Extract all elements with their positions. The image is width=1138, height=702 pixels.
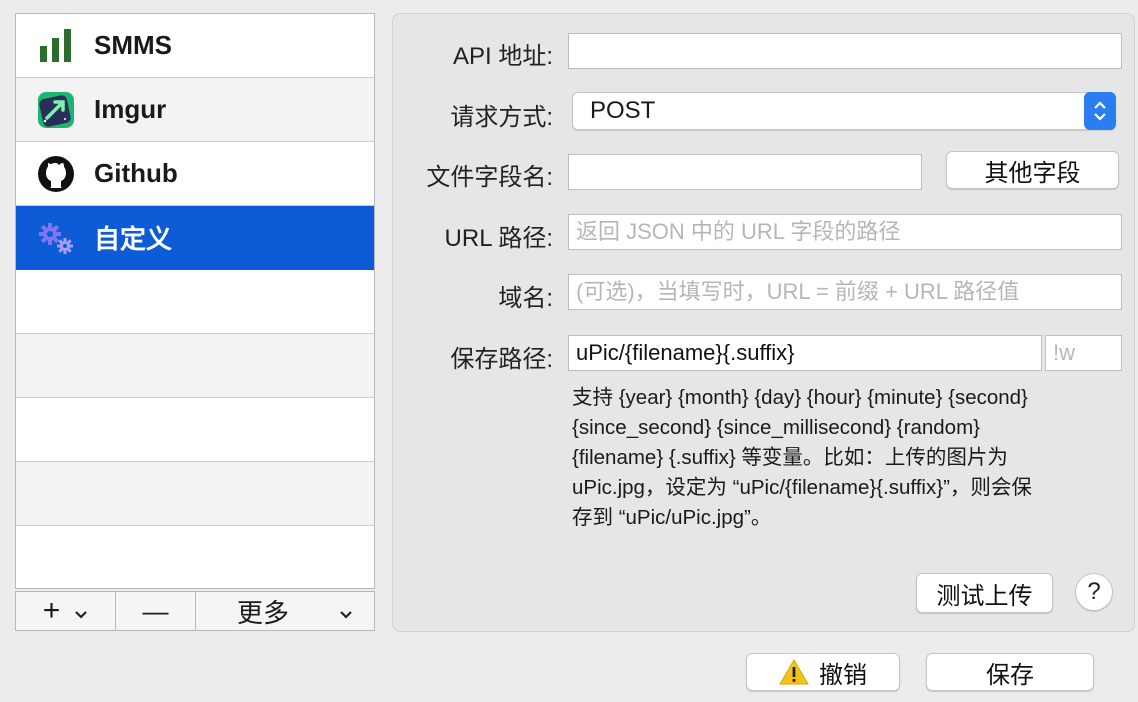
method-select[interactable]: POST xyxy=(572,92,1116,130)
help-line: 存到 “uPic/uPic.jpg”。 xyxy=(572,506,772,529)
host-item-label: Imgur xyxy=(94,94,167,124)
list-item-empty xyxy=(16,398,374,462)
domain-input[interactable]: (可选)，当填写时，URL = 前缀 + URL 路径值 xyxy=(568,274,1122,310)
file-field-label: 文件字段名: xyxy=(426,164,553,191)
github-icon xyxy=(36,154,76,194)
list-item-empty xyxy=(16,270,374,334)
imgur-icon xyxy=(36,90,76,130)
save-path-input[interactable]: uPic/{filename}{.suffix} xyxy=(568,335,1042,371)
add-host-button[interactable]: + xyxy=(16,592,116,630)
file-field-input[interactable] xyxy=(568,154,922,190)
help-line: {since_second} {since_millisecond} {rand… xyxy=(572,416,980,439)
domain-label: 域名: xyxy=(498,285,553,312)
list-toolbar: + — 更多 xyxy=(15,591,375,631)
other-fields-button[interactable]: 其他字段 xyxy=(946,151,1119,189)
list-item-empty xyxy=(16,526,374,590)
url-path-label: URL 路径: xyxy=(444,225,553,252)
method-value: POST xyxy=(590,97,656,124)
smms-bars-icon xyxy=(36,26,76,66)
help-line: {filename} {.suffix} 等变量。比如：上传的图片为 xyxy=(572,446,1008,469)
save-path-help: 支持 {year} {month} {day} {hour} {minute} … xyxy=(572,383,1117,533)
updown-chevron-icon xyxy=(1084,92,1116,130)
host-item-label: 自定义 xyxy=(94,224,173,254)
host-item-custom[interactable]: 自定义 xyxy=(16,206,374,270)
api-url-input[interactable] xyxy=(568,33,1122,69)
test-upload-button[interactable]: 测试上传 xyxy=(916,573,1053,613)
host-item-github[interactable]: Github xyxy=(16,142,374,206)
method-label: 请求方式: xyxy=(450,104,553,131)
list-item-empty xyxy=(16,334,374,398)
remove-host-button[interactable]: — xyxy=(116,592,196,630)
list-item-empty xyxy=(16,462,374,526)
url-path-input[interactable]: 返回 JSON 中的 URL 字段的路径 xyxy=(568,214,1122,250)
more-menu-button[interactable]: 更多 xyxy=(196,592,374,630)
help-line: 支持 {year} {month} {day} {hour} {minute} … xyxy=(572,386,1028,409)
chevron-down-icon xyxy=(339,596,353,627)
host-item-label: Github xyxy=(94,158,178,188)
host-item-smms[interactable]: SMMS xyxy=(16,14,374,78)
save-path-label: 保存路径: xyxy=(450,346,553,373)
save-suffix-input[interactable]: !w xyxy=(1045,335,1122,371)
host-item-label: SMMS xyxy=(94,30,172,60)
cancel-button[interactable]: 撤销 xyxy=(746,653,900,691)
chevron-down-icon xyxy=(74,596,88,627)
help-button[interactable]: ? xyxy=(1075,573,1113,611)
question-icon: ? xyxy=(1087,578,1101,605)
warning-icon xyxy=(779,659,809,685)
api-label: API 地址: xyxy=(452,43,553,70)
help-line: uPic.jpg，设定为 “uPic/{filename}{.suffix}”，… xyxy=(572,476,1032,499)
host-item-imgur[interactable]: Imgur xyxy=(16,78,374,142)
host-list: SMMS Imgur Github 自定义 xyxy=(15,13,375,589)
save-button[interactable]: 保存 xyxy=(926,653,1094,691)
cancel-label: 撤销 xyxy=(819,661,867,689)
gears-icon xyxy=(36,218,76,258)
